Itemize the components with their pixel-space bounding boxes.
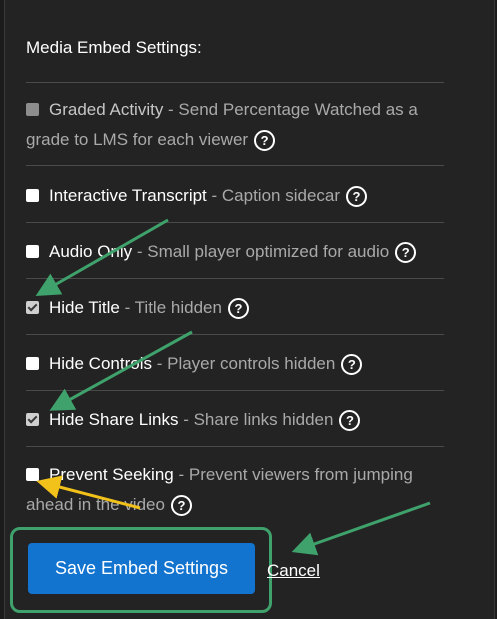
option-description: - Title hidden [119,298,222,317]
help-icon[interactable]: ? [395,242,417,263]
help-icon[interactable]: ? [346,186,368,207]
option-description: - Send Percentage Watched as a [163,100,418,119]
help-icon[interactable]: ? [341,354,363,375]
option-hide-share-links: Hide Share Links - Share links hidden? [26,405,466,435]
interactive-transcript-checkbox[interactable] [26,189,39,202]
help-icon[interactable]: ? [254,130,276,151]
save-button-highlight: Save Embed Settings [10,527,272,613]
option-label: Hide Controls [49,354,152,373]
option-label: Hide Title [49,298,120,317]
divider [26,390,444,391]
panel-heading: Media Embed Settings: [26,38,202,57]
audio-only-checkbox[interactable] [26,245,39,258]
option-graded-activity: Graded Activity - Send Percentage Watche… [26,95,466,155]
option-description-cont: grade to LMS for each viewer [26,130,249,149]
option-label: Interactive Transcript [49,186,207,205]
graded-activity-checkbox[interactable] [26,103,39,116]
option-interactive-transcript: Interactive Transcript - Caption sidecar… [26,181,466,211]
help-icon[interactable]: ? [170,495,192,516]
option-label: Audio Only [49,242,133,261]
divider [26,446,444,447]
help-icon[interactable]: ? [339,410,361,431]
option-description: - Caption sidecar [206,186,341,205]
option-description: - Prevent viewers from jumping [173,465,413,484]
option-description: - Player controls hidden [152,354,336,373]
option-label: Prevent Seeking [49,465,174,484]
divider [26,165,444,166]
option-prevent-seeking: Prevent Seeking - Prevent viewers from j… [26,460,466,520]
save-embed-settings-button[interactable]: Save Embed Settings [28,543,255,594]
hide-title-checkbox[interactable] [26,301,39,314]
divider [26,334,444,335]
option-description: - Share links hidden [178,410,334,429]
cancel-link[interactable]: Cancel [267,561,320,581]
hide-share-links-checkbox[interactable] [26,413,39,426]
help-icon[interactable]: ? [227,298,249,319]
option-label: Graded Activity [49,100,164,119]
option-label: Hide Share Links [49,410,179,429]
option-description: - Small player optimized for audio [132,242,390,261]
divider [26,222,444,223]
option-hide-controls: Hide Controls - Player controls hidden? [26,349,466,379]
prevent-seeking-checkbox[interactable] [26,468,39,481]
option-audio-only: Audio Only - Small player optimized for … [26,237,466,267]
divider [26,82,444,83]
option-hide-title: Hide Title - Title hidden? [26,293,466,323]
hide-controls-checkbox[interactable] [26,357,39,370]
option-description-cont: ahead in the video [26,495,165,514]
divider [26,278,444,279]
